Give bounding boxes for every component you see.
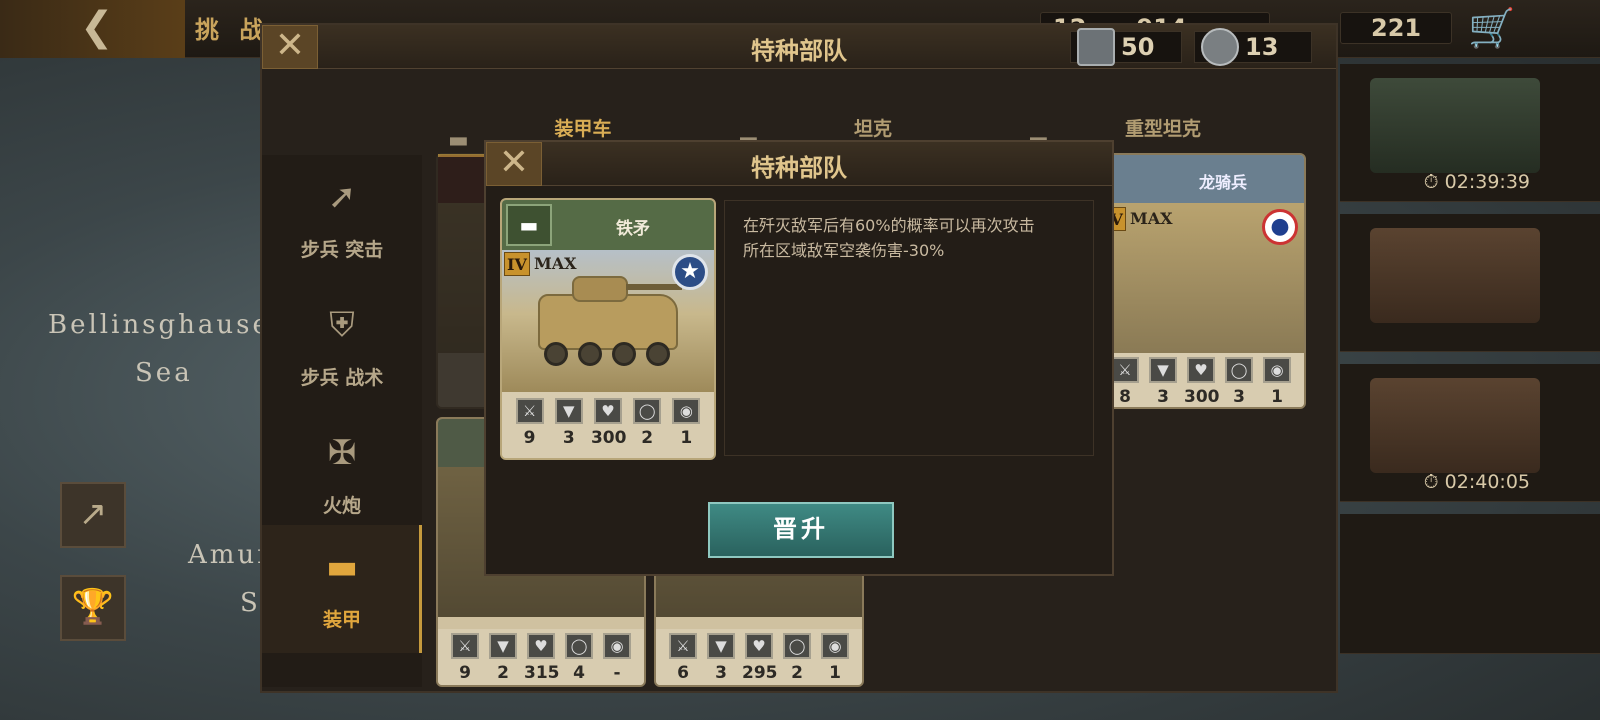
eye-icon: ◉ bbox=[603, 633, 631, 659]
helmet-shield-icon: ⛨ bbox=[329, 305, 355, 345]
crate-slot-1[interactable]: ⏱ 02:39:39 bbox=[1340, 64, 1600, 202]
category-nav: ➚ 步兵 突击 ⛨ 步兵 战术 ✠ 火炮 ▬ 装甲 bbox=[262, 155, 422, 687]
eye-icon: ◉ bbox=[672, 398, 701, 424]
us-star-roundel-icon: ★ bbox=[672, 254, 708, 290]
unit-card-dragoon[interactable]: 龙骑兵 IV MAX ● ⚔8 ▼3 ♥300 ◯3 ◉1 bbox=[1096, 153, 1306, 409]
trophy-button[interactable]: 🏆 bbox=[60, 575, 126, 641]
stat-badge-3: 221 bbox=[1340, 12, 1452, 44]
crate-timer: ⏱ 02:39:39 bbox=[1423, 171, 1530, 193]
ability-description: 在歼灭敌军后有60%的概率可以再次攻击 所在区域敌军空袭伤害-30% bbox=[724, 200, 1094, 456]
featured-unit-card: ▬ 铁矛 IV MAX ★ ⚔ 9 ▼ 3 ♥ 300 ◯ 2 ◉ 1 bbox=[500, 198, 716, 460]
shield-icon: ◯ bbox=[633, 398, 662, 424]
share-icon: ↗ bbox=[78, 494, 108, 534]
swords-icon: ⚔ bbox=[669, 633, 697, 659]
crate-icon bbox=[1370, 228, 1540, 323]
crate-slot-2[interactable] bbox=[1340, 214, 1600, 352]
promote-button[interactable]: 晋升 bbox=[708, 502, 894, 558]
description-line: 所在区域敌军空袭伤害-30% bbox=[743, 241, 945, 260]
tank-currency: 50 bbox=[1070, 28, 1182, 66]
swords-icon: ⚔ bbox=[451, 633, 479, 659]
boot-icon: ▼ bbox=[707, 633, 735, 659]
panel-header: ✕ 特种部队 50 13 bbox=[262, 25, 1336, 69]
unit-stats: ⚔ 9 ▼ 3 ♥ 300 ◯ 2 ◉ 1 bbox=[502, 392, 714, 458]
boot-icon: ▼ bbox=[1149, 357, 1177, 383]
max-label: MAX bbox=[1130, 209, 1173, 228]
description-line: 在歼灭敌军后有60%的概率可以再次攻击 bbox=[743, 216, 1035, 235]
chevron-left-icon: ❮ bbox=[80, 4, 114, 50]
unit-name: 龙骑兵 bbox=[1198, 173, 1247, 192]
shield-icon: ◯ bbox=[565, 633, 593, 659]
max-label: MAX bbox=[534, 254, 577, 273]
boot-icon: ▼ bbox=[489, 633, 517, 659]
nav-armor[interactable]: ▬ 装甲 bbox=[262, 525, 422, 653]
dialog-title: 特种部队 bbox=[751, 154, 847, 182]
shopping-cart-icon[interactable]: 🛒 bbox=[1468, 6, 1515, 51]
medal-icon bbox=[1201, 28, 1239, 66]
armored-car-icon: ▬ bbox=[506, 204, 552, 246]
boot-icon: ▼ bbox=[554, 398, 583, 424]
artillery-icon: ✠ bbox=[327, 433, 357, 473]
heart-icon: ♥ bbox=[1187, 357, 1215, 383]
nav-infantry-assault[interactable]: ➚ 步兵 突击 bbox=[262, 155, 422, 283]
crate-slot-4[interactable] bbox=[1340, 514, 1600, 654]
nav-infantry-tactics[interactable]: ⛨ 步兵 战术 bbox=[262, 283, 422, 411]
shield-icon: ◯ bbox=[1225, 357, 1253, 383]
rifle-icon: ➚ bbox=[327, 177, 357, 217]
back-button[interactable]: ❮ bbox=[0, 0, 185, 58]
tank-token-icon bbox=[1077, 28, 1115, 66]
page-title: 挑 战 bbox=[195, 16, 270, 44]
heart-icon: ♥ bbox=[527, 633, 555, 659]
unit-name: 铁矛 bbox=[616, 219, 650, 239]
medal-currency: 13 bbox=[1194, 28, 1312, 66]
france-roundel-icon: ● bbox=[1262, 209, 1298, 245]
shield-icon: ◯ bbox=[783, 633, 811, 659]
share-button[interactable]: ↗ bbox=[60, 482, 126, 548]
map-label-sea1-line2: Sea bbox=[135, 358, 193, 388]
heart-icon: ♥ bbox=[593, 398, 622, 424]
eye-icon: ◉ bbox=[821, 633, 849, 659]
crate-icon bbox=[1370, 378, 1540, 473]
rank-badge: IV bbox=[504, 252, 530, 276]
heart-icon: ♥ bbox=[745, 633, 773, 659]
crate-icon bbox=[1370, 78, 1540, 173]
nav-artillery[interactable]: ✠ 火炮 bbox=[262, 411, 422, 539]
crate-timer: ⏱ 02:40:05 bbox=[1423, 471, 1530, 493]
trophy-icon: 🏆 bbox=[71, 587, 115, 627]
crate-slot-3[interactable]: ⏱ 02:40:05 bbox=[1340, 364, 1600, 502]
swords-icon: ⚔ bbox=[1111, 357, 1139, 383]
map-label-sea1: Bellinsghausen bbox=[48, 310, 291, 340]
tank-icon: ▬ bbox=[325, 547, 359, 587]
swords-icon: ⚔ bbox=[515, 398, 544, 424]
dialog-header: ✕ 特种部队 bbox=[486, 142, 1112, 186]
eye-icon: ◉ bbox=[1263, 357, 1291, 383]
